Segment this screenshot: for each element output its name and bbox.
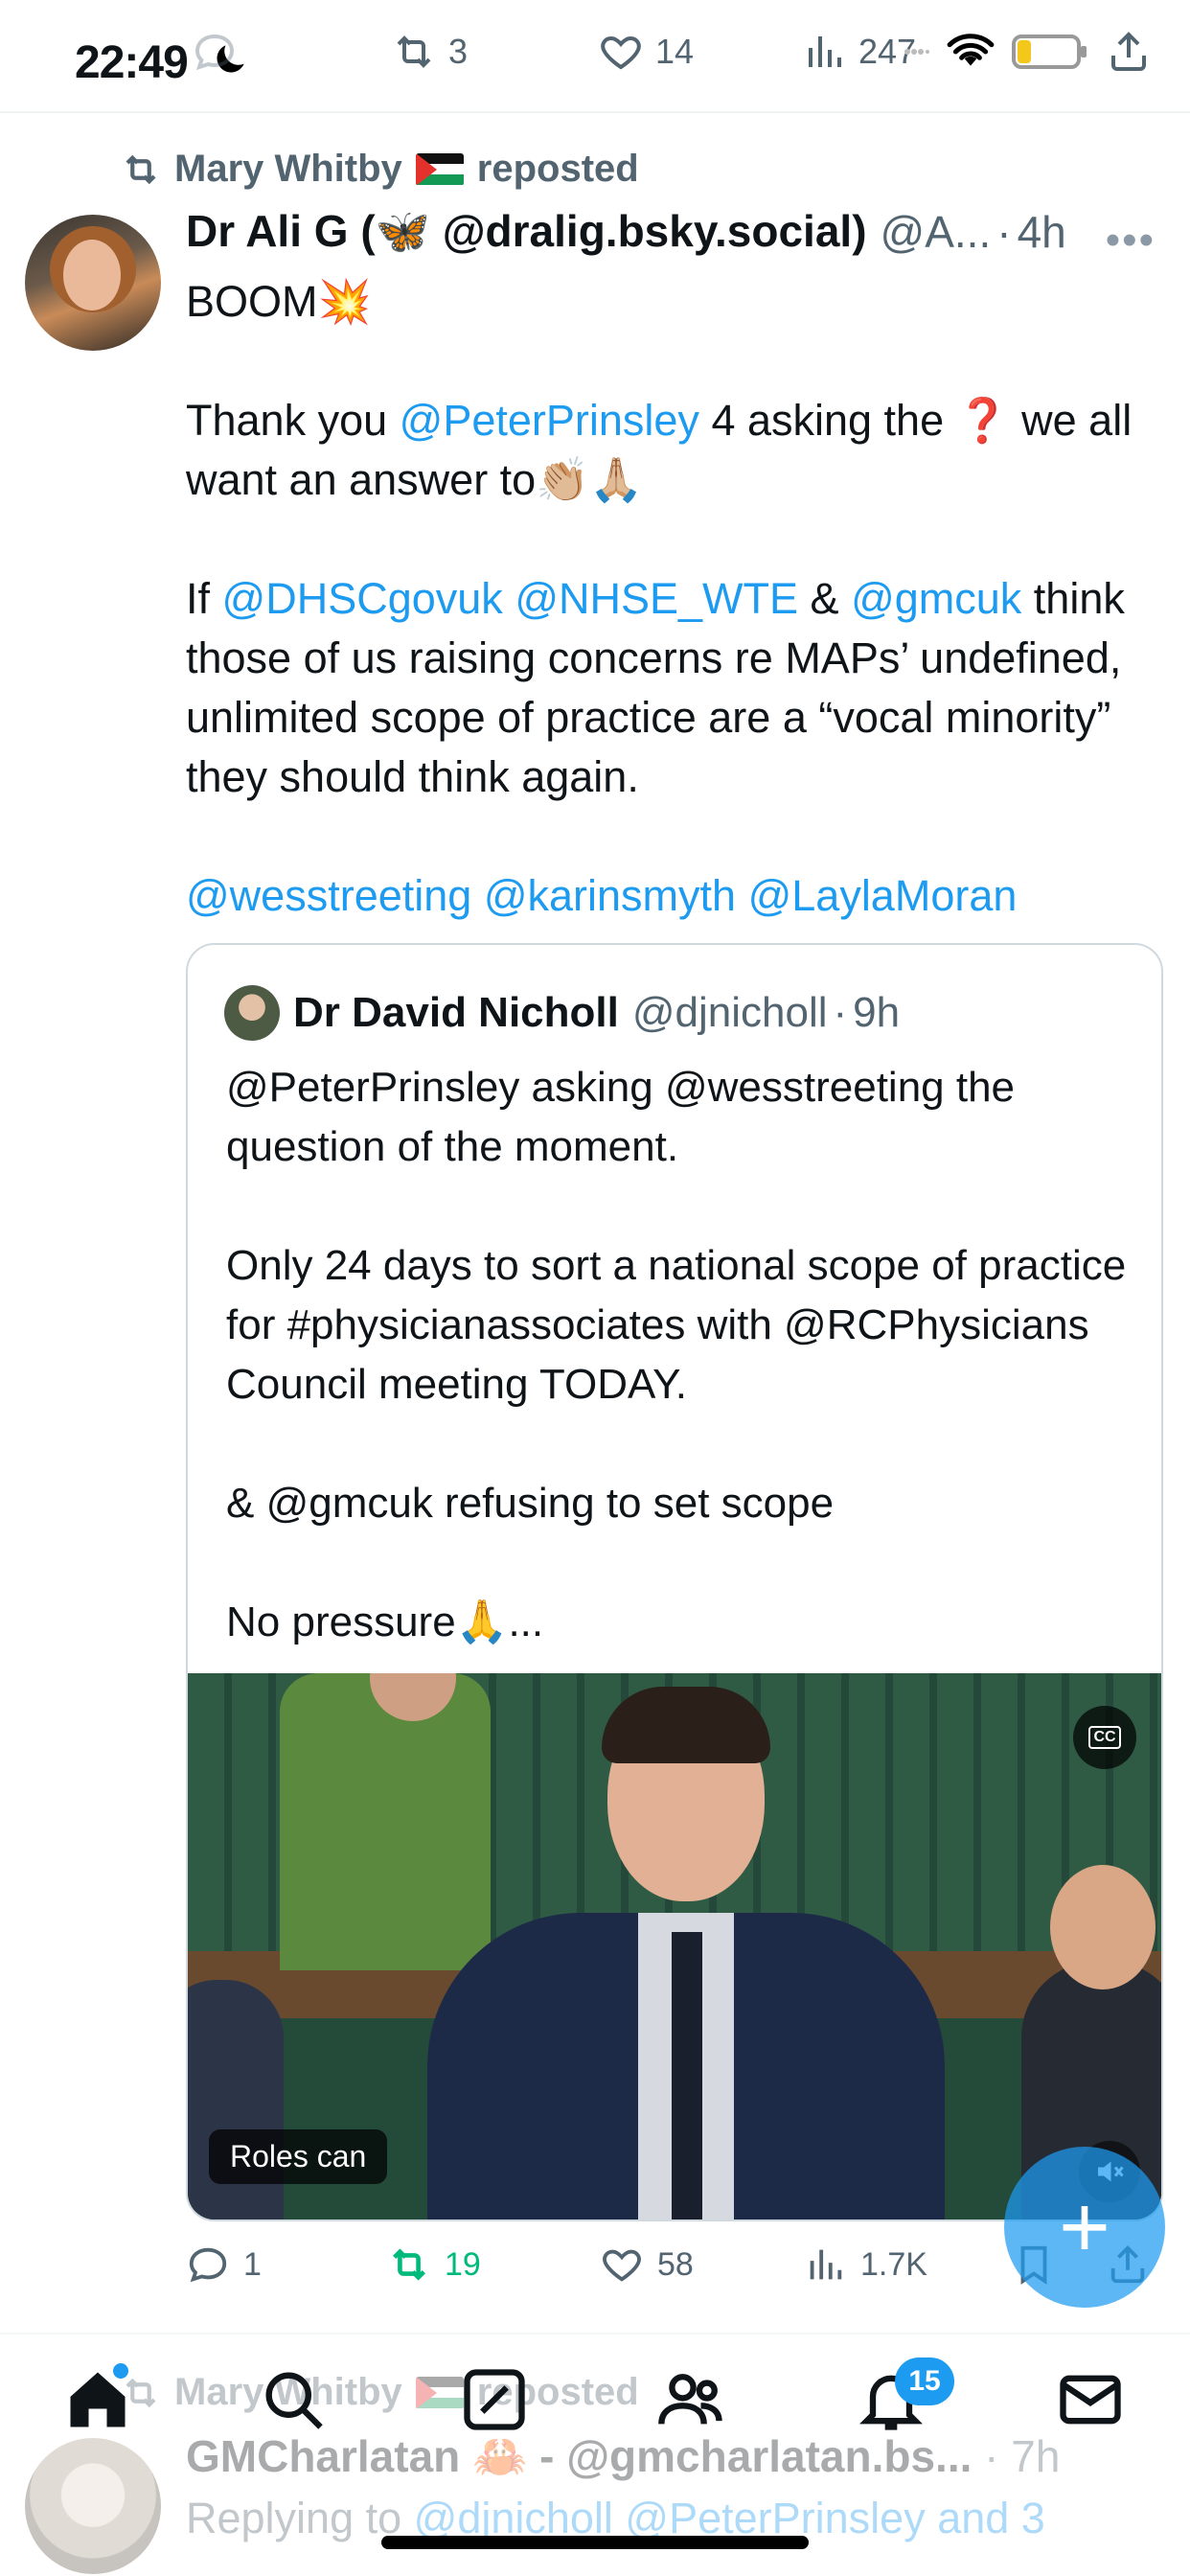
quote-paragraph-3: & @gmcuk refusing to set scope [226,1480,835,1527]
wifi-icon [947,34,995,66]
like-count: 58 [657,2245,694,2283]
video-scene-person [672,1932,702,2220]
views-icon [809,36,841,67]
tweet-paragraph-1: Thank you @PeterPrinsley 4 asking the ❓ … [186,391,1163,510]
repost-count-top: 3 [448,32,469,71]
video-player[interactable]: CC Roles can [188,1673,1161,2220]
compose-fab-button[interactable]: + [1004,2147,1165,2308]
mention-link[interactable]: @NHSE_WTE [515,574,798,623]
like-metric-top[interactable]: 14 [598,29,694,75]
text-segment: Thank you [186,396,400,445]
messages-icon [1060,2375,1121,2425]
header-separator: · [996,206,1012,257]
repost-button[interactable]: 19 [387,2242,481,2287]
video-scene-person [602,1687,770,1763]
video-scene-person [1050,1865,1156,1990]
mention-link[interactable]: @PeterPrinsley [400,396,699,445]
tab-compose[interactable] [458,2363,531,2436]
like-count-top: 14 [655,32,695,71]
home-indicator[interactable] [381,2536,809,2549]
repost-attribution[interactable]: Mary Whitby reposted [121,148,639,191]
heart-icon [603,2249,641,2282]
text-segment: & [798,574,852,623]
tweet-header: Dr Ali G (🦋 @dralig.bsky.social) @A... ·… [186,205,1163,258]
quote-text: @PeterPrinsley asking @wesstreeting the … [226,1058,1127,1712]
quote-author-name[interactable]: Dr David Nicholl [293,989,619,1037]
video-scene-person [280,1673,491,1970]
mention-link[interactable]: @wesstreeting [186,871,471,920]
quote-paragraph-2: Only 24 days to sort a national scope of… [226,1242,1127,1408]
video-caption: Roles can [209,2129,388,2184]
palestine-flag-icon [415,152,464,186]
battery-icon [1012,34,1087,69]
reposter-name[interactable]: Mary Whitby [174,148,402,191]
search-icon [265,2372,323,2429]
closed-captions-button[interactable]: CC [1073,1706,1136,1769]
quote-header: Dr David Nicholl @djnicholl · 9h [224,985,900,1041]
tweet-timestamp[interactable]: 4h [1018,206,1066,258]
tab-search[interactable] [257,2363,330,2436]
tab-messages[interactable] [1054,2363,1127,2436]
communities-icon [658,2374,722,2425]
text-segment: If [186,574,222,623]
signal-dots-icon [904,49,929,55]
views-button[interactable]: 1.7K [803,2242,927,2287]
author-name[interactable]: Dr Ali G (🦋 @dralig.bsky.social) [186,205,867,258]
share-icon[interactable] [1106,29,1152,75]
cc-label: CC [1088,1726,1121,1749]
reply-icon [189,2247,227,2283]
tweet-paragraph-2: If @DHSCgovuk @NHSE_WTE & @gmcuk think t… [186,569,1163,807]
compose-icon [464,2369,525,2430]
quote-paragraph-4: No pressure🙏... [226,1598,544,1645]
author-handle[interactable]: @A... [881,206,992,258]
mention-link[interactable]: @LaylaMoran [748,871,1018,920]
system-status-icons [904,29,1152,75]
tweet-line-boom: BOOM💥 [186,277,372,326]
repost-icon [126,154,156,184]
video-scene-person [188,1980,284,2220]
notifications-badge: 15 [895,2358,954,2405]
status-bar: 22:49 3 14 247 [0,0,1190,113]
reply-button[interactable]: 1 [186,2242,262,2287]
unread-indicator [113,2363,128,2379]
tab-communities[interactable] [655,2363,728,2436]
repost-icon [397,35,431,68]
heart-icon [601,35,641,70]
quote-author-avatar[interactable] [224,985,280,1041]
tweet-paragraph-3: @wesstreeting @karinsmyth @LaylaMoran [186,866,1163,926]
clock-time: 22:49 [75,37,189,88]
reply-count: 1 [243,2245,262,2283]
tweet-text: BOOM💥 Thank you @PeterPrinsley 4 asking … [186,272,1163,985]
views-count: 1.7K [860,2245,927,2283]
plus-icon: + [1059,2178,1110,2276]
quote-paragraph-1: @PeterPrinsley asking @wesstreeting the … [226,1064,1016,1170]
like-button[interactable]: 58 [600,2242,694,2287]
mention-link[interactable]: @gmcuk [851,574,1021,623]
reply-icon [195,34,235,71]
quote-author-handle[interactable]: @djnicholl [632,989,828,1037]
mention-link[interactable]: @DHSCgovuk [222,574,503,623]
mention-link[interactable]: @karinsmyth [484,871,736,920]
repost-icon [393,2248,425,2281]
author-avatar[interactable] [25,215,161,351]
views-icon [810,2249,842,2280]
quote-separator: · [833,989,848,1036]
more-options-icon[interactable]: ••• [1106,217,1156,264]
reply-metric-top[interactable] [192,29,238,75]
quote-timestamp: 9h [853,989,901,1036]
reposted-label: reposted [476,148,639,190]
repost-count: 19 [445,2245,481,2283]
views-metric-top[interactable]: 247 [801,29,916,75]
repost-metric-top[interactable]: 3 [391,29,468,75]
quoted-tweet-card[interactable]: Dr David Nicholl @djnicholl · 9h @PeterP… [186,943,1163,2221]
